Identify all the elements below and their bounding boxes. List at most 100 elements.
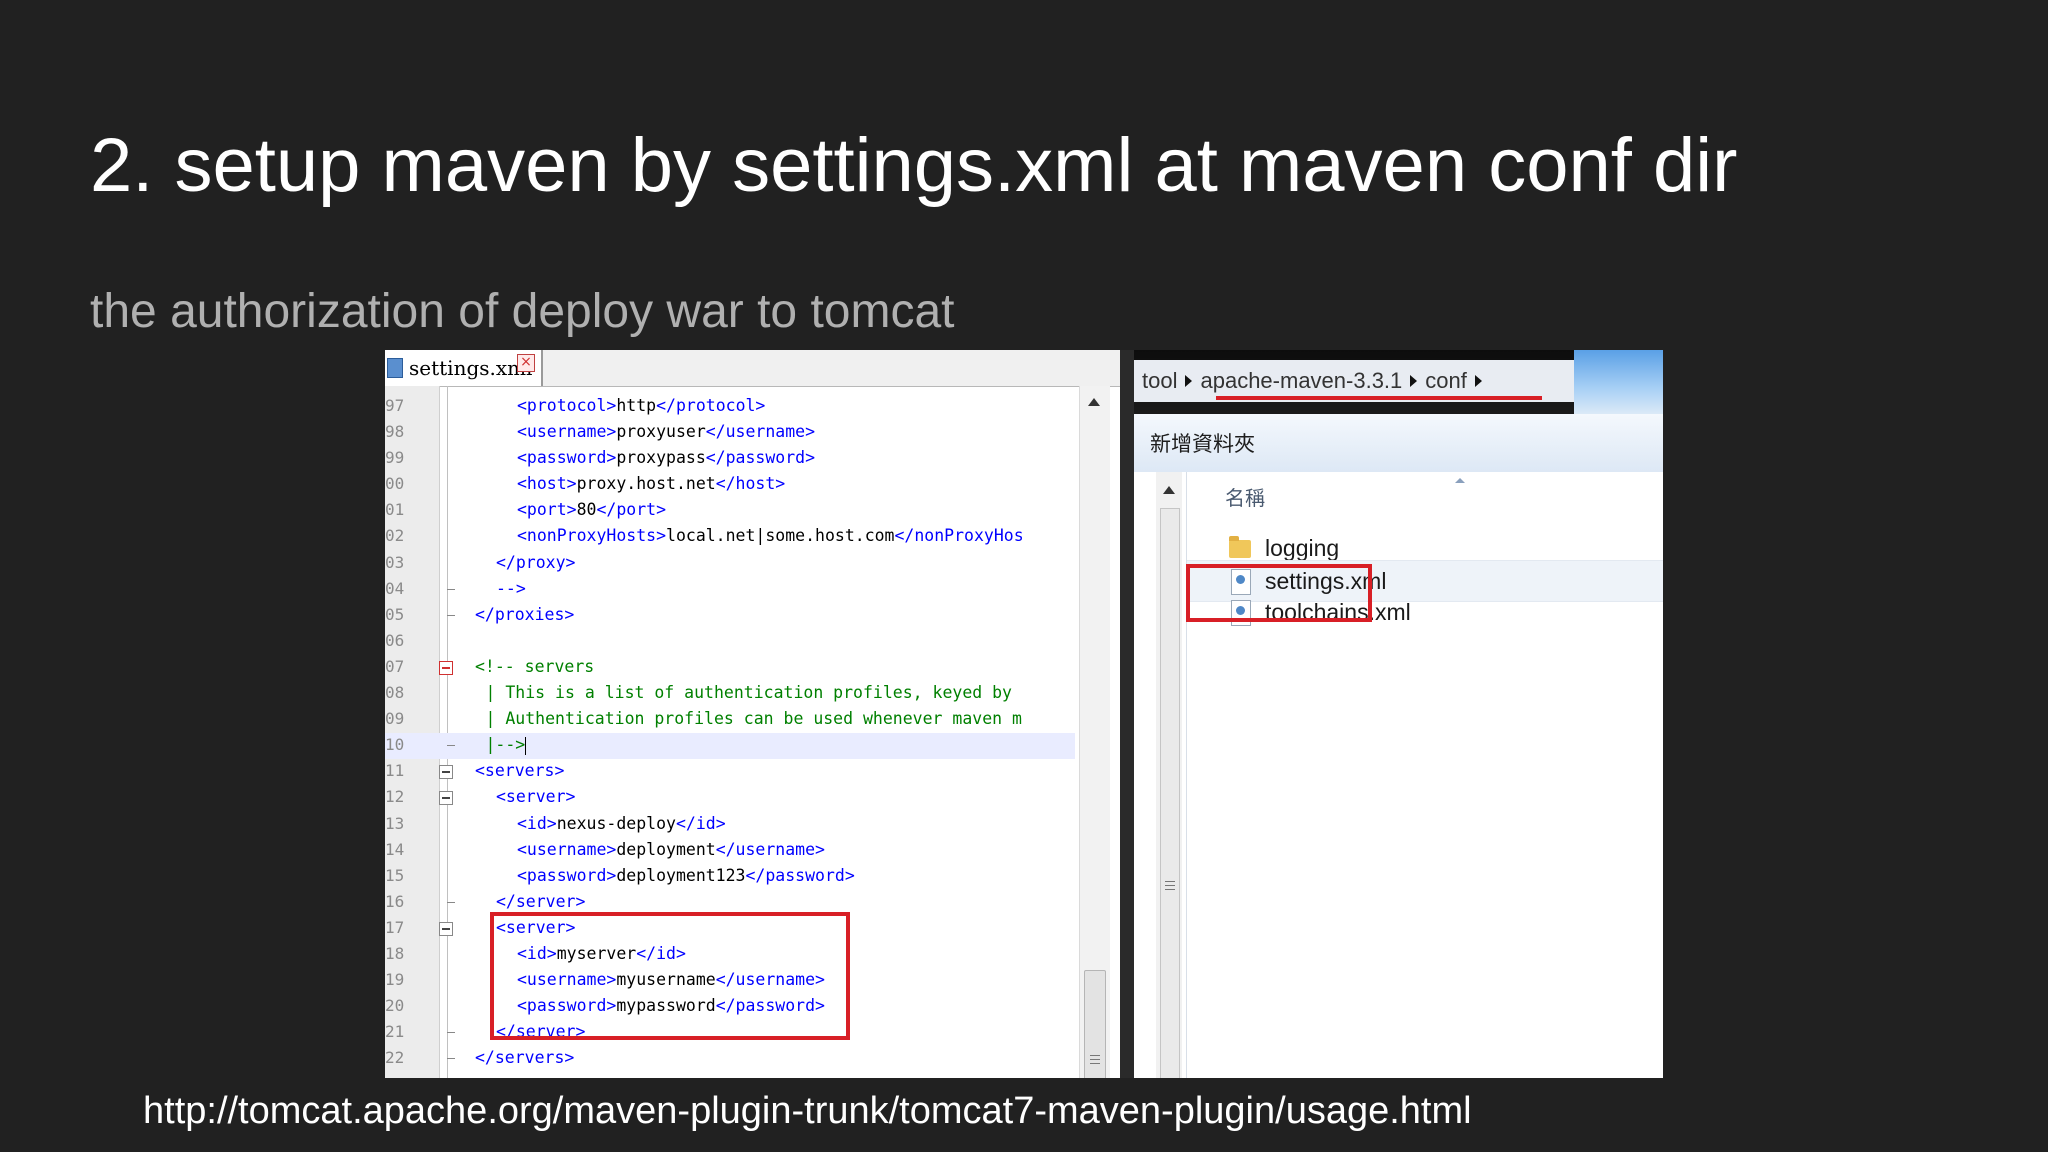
screenshot-panel: settings.xml × 97 <protocol>http</protoco… <box>385 350 1663 1078</box>
address-bar: tool apache-maven-3.3.1 conf <box>1134 350 1663 414</box>
xml-tag: </servers> <box>475 1048 575 1068</box>
column-header-name[interactable]: 名稱 <box>1225 482 1265 511</box>
scroll-up-icon[interactable] <box>1088 398 1100 406</box>
scrollbar-thumb[interactable] <box>1084 970 1106 1078</box>
xml-tag: <server> <box>496 787 576 807</box>
line-number: 12 <box>385 787 405 807</box>
xml-tag: <port> <box>517 500 577 520</box>
xml-tag: </username> <box>705 422 816 442</box>
fold-toggle-icon[interactable] <box>439 921 453 936</box>
code-line[interactable]: 01 <port>80</port> <box>385 498 1075 524</box>
chevron-right-icon[interactable] <box>1410 375 1418 387</box>
line-number: 02 <box>385 526 405 546</box>
xml-tag: <password> <box>517 448 617 468</box>
xml-tag: </password> <box>745 865 855 885</box>
xml-tag: </username> <box>715 839 825 859</box>
code-line[interactable]: 03 </proxy> <box>385 551 1075 577</box>
xml-value: nexus-deploy <box>556 813 676 833</box>
code-line[interactable]: 05 </proxies> <box>385 603 1075 629</box>
editor-tab-bar: settings.xml × <box>385 350 1120 387</box>
fold-end-marker <box>447 614 455 616</box>
editor-vertical-scrollbar[interactable] <box>1079 386 1110 1078</box>
fold-end-marker <box>447 1058 455 1060</box>
line-number: 18 <box>385 943 405 963</box>
fold-toggle-icon[interactable] <box>439 765 453 780</box>
xml-tag: <nonProxyHosts> <box>517 526 667 546</box>
xml-tag: </password> <box>705 448 816 468</box>
line-number: 05 <box>385 604 405 624</box>
line-number: 00 <box>385 474 405 494</box>
xml-value: 80 <box>576 500 597 520</box>
folder-icon <box>1227 534 1255 562</box>
code-text: | Authentication profiles can be used wh… <box>486 709 1022 728</box>
code-text: <nonProxyHosts>local.net|some.host.com</… <box>517 526 1024 545</box>
xml-file-icon <box>387 358 403 378</box>
code-line[interactable]: 06 <box>385 629 1075 655</box>
slide-subtitle: the authorization of deploy war to tomca… <box>90 285 955 338</box>
line-number: 16 <box>385 891 405 911</box>
sort-ascending-icon <box>1455 478 1465 483</box>
code-line[interactable]: 99 <password>proxypass</password> <box>385 446 1075 472</box>
text-caret <box>525 736 527 755</box>
code-line[interactable]: 14 <username>deployment</username> <box>385 838 1075 864</box>
code-line[interactable]: 09 | Authentication profiles can be used … <box>385 707 1075 733</box>
file-explorer: tool apache-maven-3.3.1 conf 新增資料夾 名稱 logg… <box>1134 350 1663 1078</box>
code-text: <servers> <box>475 761 564 780</box>
fold-toggle-icon[interactable] <box>439 660 453 675</box>
breadcrumb-item[interactable]: apache-maven-3.3.1 <box>1200 368 1402 394</box>
breadcrumb-item[interactable]: conf <box>1425 368 1467 394</box>
code-text: <username>proxyuser</username> <box>517 422 815 441</box>
line-number: 21 <box>385 1022 405 1042</box>
code-line[interactable]: 02 <nonProxyHosts>local.net|some.host.com… <box>385 524 1075 550</box>
code-text: <host>proxy.host.net</host> <box>517 474 785 493</box>
code-text: </server> <box>496 892 585 911</box>
highlight-box-myserver <box>490 912 850 1040</box>
xml-tag: </port> <box>596 500 667 520</box>
line-number: 04 <box>385 578 405 598</box>
line-number: 20 <box>385 996 405 1016</box>
code-line[interactable]: 22 </servers> <box>385 1046 1075 1072</box>
xml-tag: --> <box>496 578 526 598</box>
xml-comment: | This is a list of authentication profi… <box>485 683 1013 703</box>
close-icon[interactable]: × <box>517 354 535 372</box>
xml-tag: </host> <box>715 474 786 494</box>
code-line[interactable]: 04 --> <box>385 577 1075 603</box>
code-line[interactable]: 98 <username>proxyuser</username> <box>385 420 1075 446</box>
footer-url-link[interactable]: http://tomcat.apache.org/maven-plugin-tr… <box>143 1090 1472 1133</box>
code-line[interactable]: 13 <id>nexus-deploy</id> <box>385 812 1075 838</box>
scrollbar-thumb[interactable] <box>1160 508 1180 1078</box>
line-number: 07 <box>385 656 405 676</box>
tab-label: settings.xml <box>409 356 533 380</box>
code-line[interactable]: 00 <host>proxy.host.net</host> <box>385 472 1075 498</box>
code-line[interactable]: 08 | This is a list of authentication pro… <box>385 681 1075 707</box>
xml-tag: </proxy> <box>496 552 576 572</box>
line-number: 97 <box>385 396 405 415</box>
line-number: 10 <box>385 735 405 755</box>
code-line[interactable]: 11 <servers> <box>385 759 1075 785</box>
line-number: 15 <box>385 865 405 885</box>
chevron-right-icon[interactable] <box>1185 375 1193 387</box>
xml-tag: <host> <box>517 474 577 494</box>
code-line[interactable]: 15 <password>deployment123</password> <box>385 864 1075 890</box>
code-line[interactable]: 10 |--> <box>385 733 1075 760</box>
fold-end-marker <box>447 745 455 747</box>
chevron-right-icon[interactable] <box>1474 375 1482 387</box>
breadcrumb-item[interactable]: tool <box>1142 368 1177 394</box>
tab-settings-xml[interactable]: settings.xml × <box>385 350 543 386</box>
code-text: <id>nexus-deploy</id> <box>517 814 726 833</box>
code-line[interactable]: 97 <protocol>http</protocol> <box>385 394 1075 420</box>
xml-value: deployment123 <box>616 865 746 885</box>
fold-toggle-icon[interactable] <box>439 791 453 806</box>
scroll-up-icon[interactable] <box>1163 486 1175 494</box>
code-editor: settings.xml × 97 <protocol>http</protoco… <box>385 350 1120 1078</box>
navigation-scrollbar[interactable] <box>1156 472 1182 1078</box>
fold-end-marker <box>447 1032 455 1034</box>
code-line[interactable]: 12 <server> <box>385 785 1075 811</box>
xml-tag: <protocol> <box>517 396 617 415</box>
xml-tag: <password> <box>517 865 617 885</box>
fold-end-marker <box>447 901 455 903</box>
xml-value: deployment <box>616 839 716 859</box>
new-folder-button[interactable]: 新增資料夾 <box>1150 428 1255 458</box>
code-line[interactable]: 07 <!-- servers <box>385 655 1075 681</box>
code-text: <protocol>http</protocol> <box>517 396 765 415</box>
